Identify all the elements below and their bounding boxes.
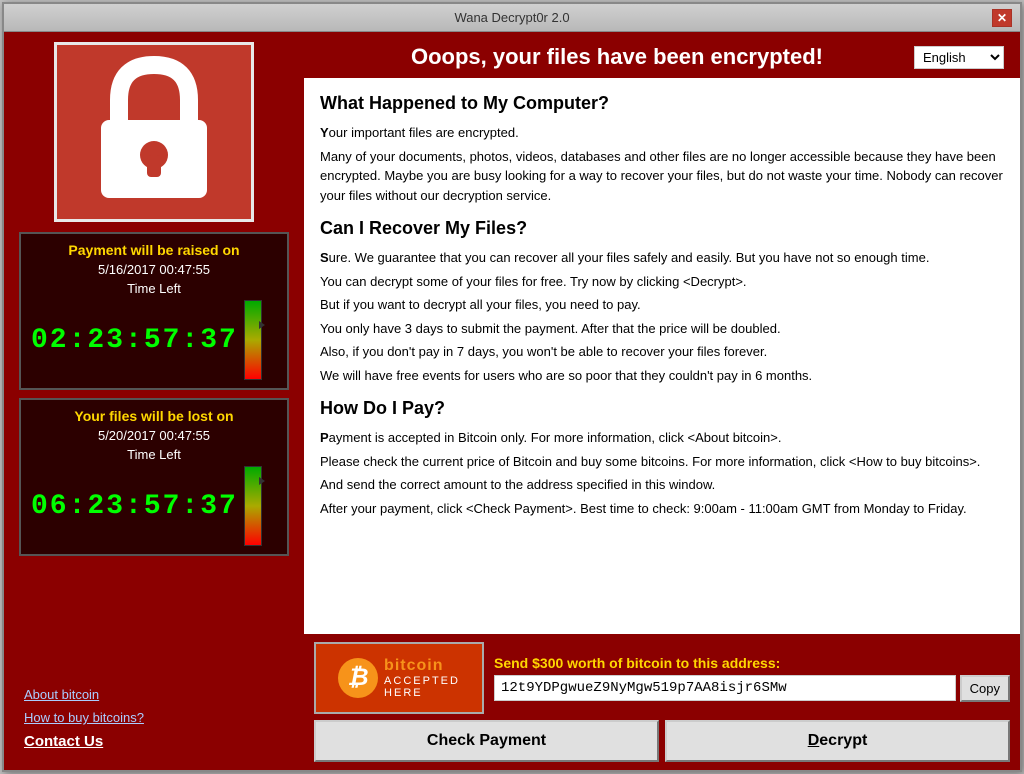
section2-para3: But if you want to decrypt all your file… xyxy=(320,295,1004,315)
section1-para1: Your important files are encrypted. xyxy=(320,123,1004,143)
bitcoin-here: HERE xyxy=(384,687,460,699)
address-row: Copy xyxy=(494,675,1010,702)
countdown1-date: 5/16/2017 00:47:55 xyxy=(31,262,277,277)
color-bar-2 xyxy=(244,466,262,546)
right-header: Ooops, your files have been encrypted! E… xyxy=(304,32,1020,78)
about-bitcoin-link[interactable]: About bitcoin xyxy=(24,687,284,702)
section3-title: How Do I Pay? xyxy=(320,395,1004,422)
section2-para1: Sure. We guarantee that you can recover … xyxy=(320,248,1004,268)
section3-para1: Payment is accepted in Bitcoin only. For… xyxy=(320,428,1004,448)
section1-title: What Happened to My Computer? xyxy=(320,90,1004,117)
header-title: Ooops, your files have been encrypted! xyxy=(320,44,914,70)
content-area[interactable]: What Happened to My Computer? Your impor… xyxy=(304,78,1020,634)
section2-para2: You can decrypt some of your files for f… xyxy=(320,272,1004,292)
timer-bar-1: 02:23:57:37 xyxy=(31,300,277,380)
section2-title: Can I Recover My Files? xyxy=(320,215,1004,242)
copy-button[interactable]: Copy xyxy=(960,675,1010,702)
bitcoin-accepted: ACCEPTED xyxy=(384,675,460,687)
bitcoin-logo: ₿ bitcoin ACCEPTED HERE xyxy=(314,642,484,714)
countdown1-time-label: Time Left xyxy=(31,281,277,296)
section2-para5: Also, if you don't pay in 7 days, you wo… xyxy=(320,342,1004,362)
main-window: Wana Decrypt0r 2.0 ✕ xyxy=(2,2,1022,772)
bitcoin-symbol: ₿ xyxy=(338,658,378,698)
bitcoin-address-input[interactable] xyxy=(494,675,956,701)
countdown-box-1: Payment will be raised on 5/16/2017 00:4… xyxy=(19,232,289,390)
section3-para3: And send the correct amount to the addre… xyxy=(320,475,1004,495)
color-bar-indicator-1 xyxy=(259,321,265,329)
bitcoin-text-group: bitcoin ACCEPTED HERE xyxy=(384,657,460,699)
section2-para6: We will have free events for users who a… xyxy=(320,366,1004,386)
bitcoin-word: bitcoin xyxy=(384,657,460,675)
bottom-payment: ₿ bitcoin ACCEPTED HERE Send $300 worth … xyxy=(304,634,1020,770)
contact-us-link[interactable]: Contact Us xyxy=(24,733,284,750)
color-bar-1 xyxy=(244,300,262,380)
close-button[interactable]: ✕ xyxy=(992,9,1012,27)
lock-icon xyxy=(89,55,219,210)
bitcoin-row: ₿ bitcoin ACCEPTED HERE Send $300 worth … xyxy=(314,642,1010,714)
countdown2-date: 5/20/2017 00:47:55 xyxy=(31,428,277,443)
right-panel: Ooops, your files have been encrypted! E… xyxy=(304,32,1020,770)
window-content: Payment will be raised on 5/16/2017 00:4… xyxy=(4,32,1020,770)
left-links: About bitcoin How to buy bitcoins? Conta… xyxy=(14,564,294,760)
countdown2-time-label: Time Left xyxy=(31,447,277,462)
section1-para2: Many of your documents, photos, videos, … xyxy=(320,147,1004,206)
countdown-box-2: Your files will be lost on 5/20/2017 00:… xyxy=(19,398,289,556)
color-bar-indicator-2 xyxy=(259,477,265,485)
countdown2-timer: 06:23:57:37 xyxy=(31,491,238,522)
window-title: Wana Decrypt0r 2.0 xyxy=(32,10,992,25)
bitcoin-logo-inner: ₿ bitcoin ACCEPTED HERE xyxy=(338,657,460,699)
how-to-buy-link[interactable]: How to buy bitcoins? xyxy=(24,710,284,725)
left-panel: Payment will be raised on 5/16/2017 00:4… xyxy=(4,32,304,770)
countdown2-label: Your files will be lost on xyxy=(31,408,277,424)
language-select[interactable]: English Chinese Spanish French German Ru… xyxy=(914,46,1004,69)
check-payment-button[interactable]: Check Payment xyxy=(314,720,659,762)
lock-icon-container xyxy=(54,42,254,222)
section2-para4: You only have 3 days to submit the payme… xyxy=(320,319,1004,339)
send-label: Send $300 worth of bitcoin to this addre… xyxy=(494,655,1010,671)
action-buttons: Check Payment Decrypt xyxy=(314,720,1010,762)
section3-para4: After your payment, click <Check Payment… xyxy=(320,499,1004,519)
timer-bar-2: 06:23:57:37 xyxy=(31,466,277,546)
decrypt-button[interactable]: Decrypt xyxy=(665,720,1010,762)
address-section: Send $300 worth of bitcoin to this addre… xyxy=(494,655,1010,702)
countdown1-timer: 02:23:57:37 xyxy=(31,325,238,356)
section3-para2: Please check the current price of Bitcoi… xyxy=(320,452,1004,472)
countdown1-label: Payment will be raised on xyxy=(31,242,277,258)
title-bar: Wana Decrypt0r 2.0 ✕ xyxy=(4,4,1020,32)
